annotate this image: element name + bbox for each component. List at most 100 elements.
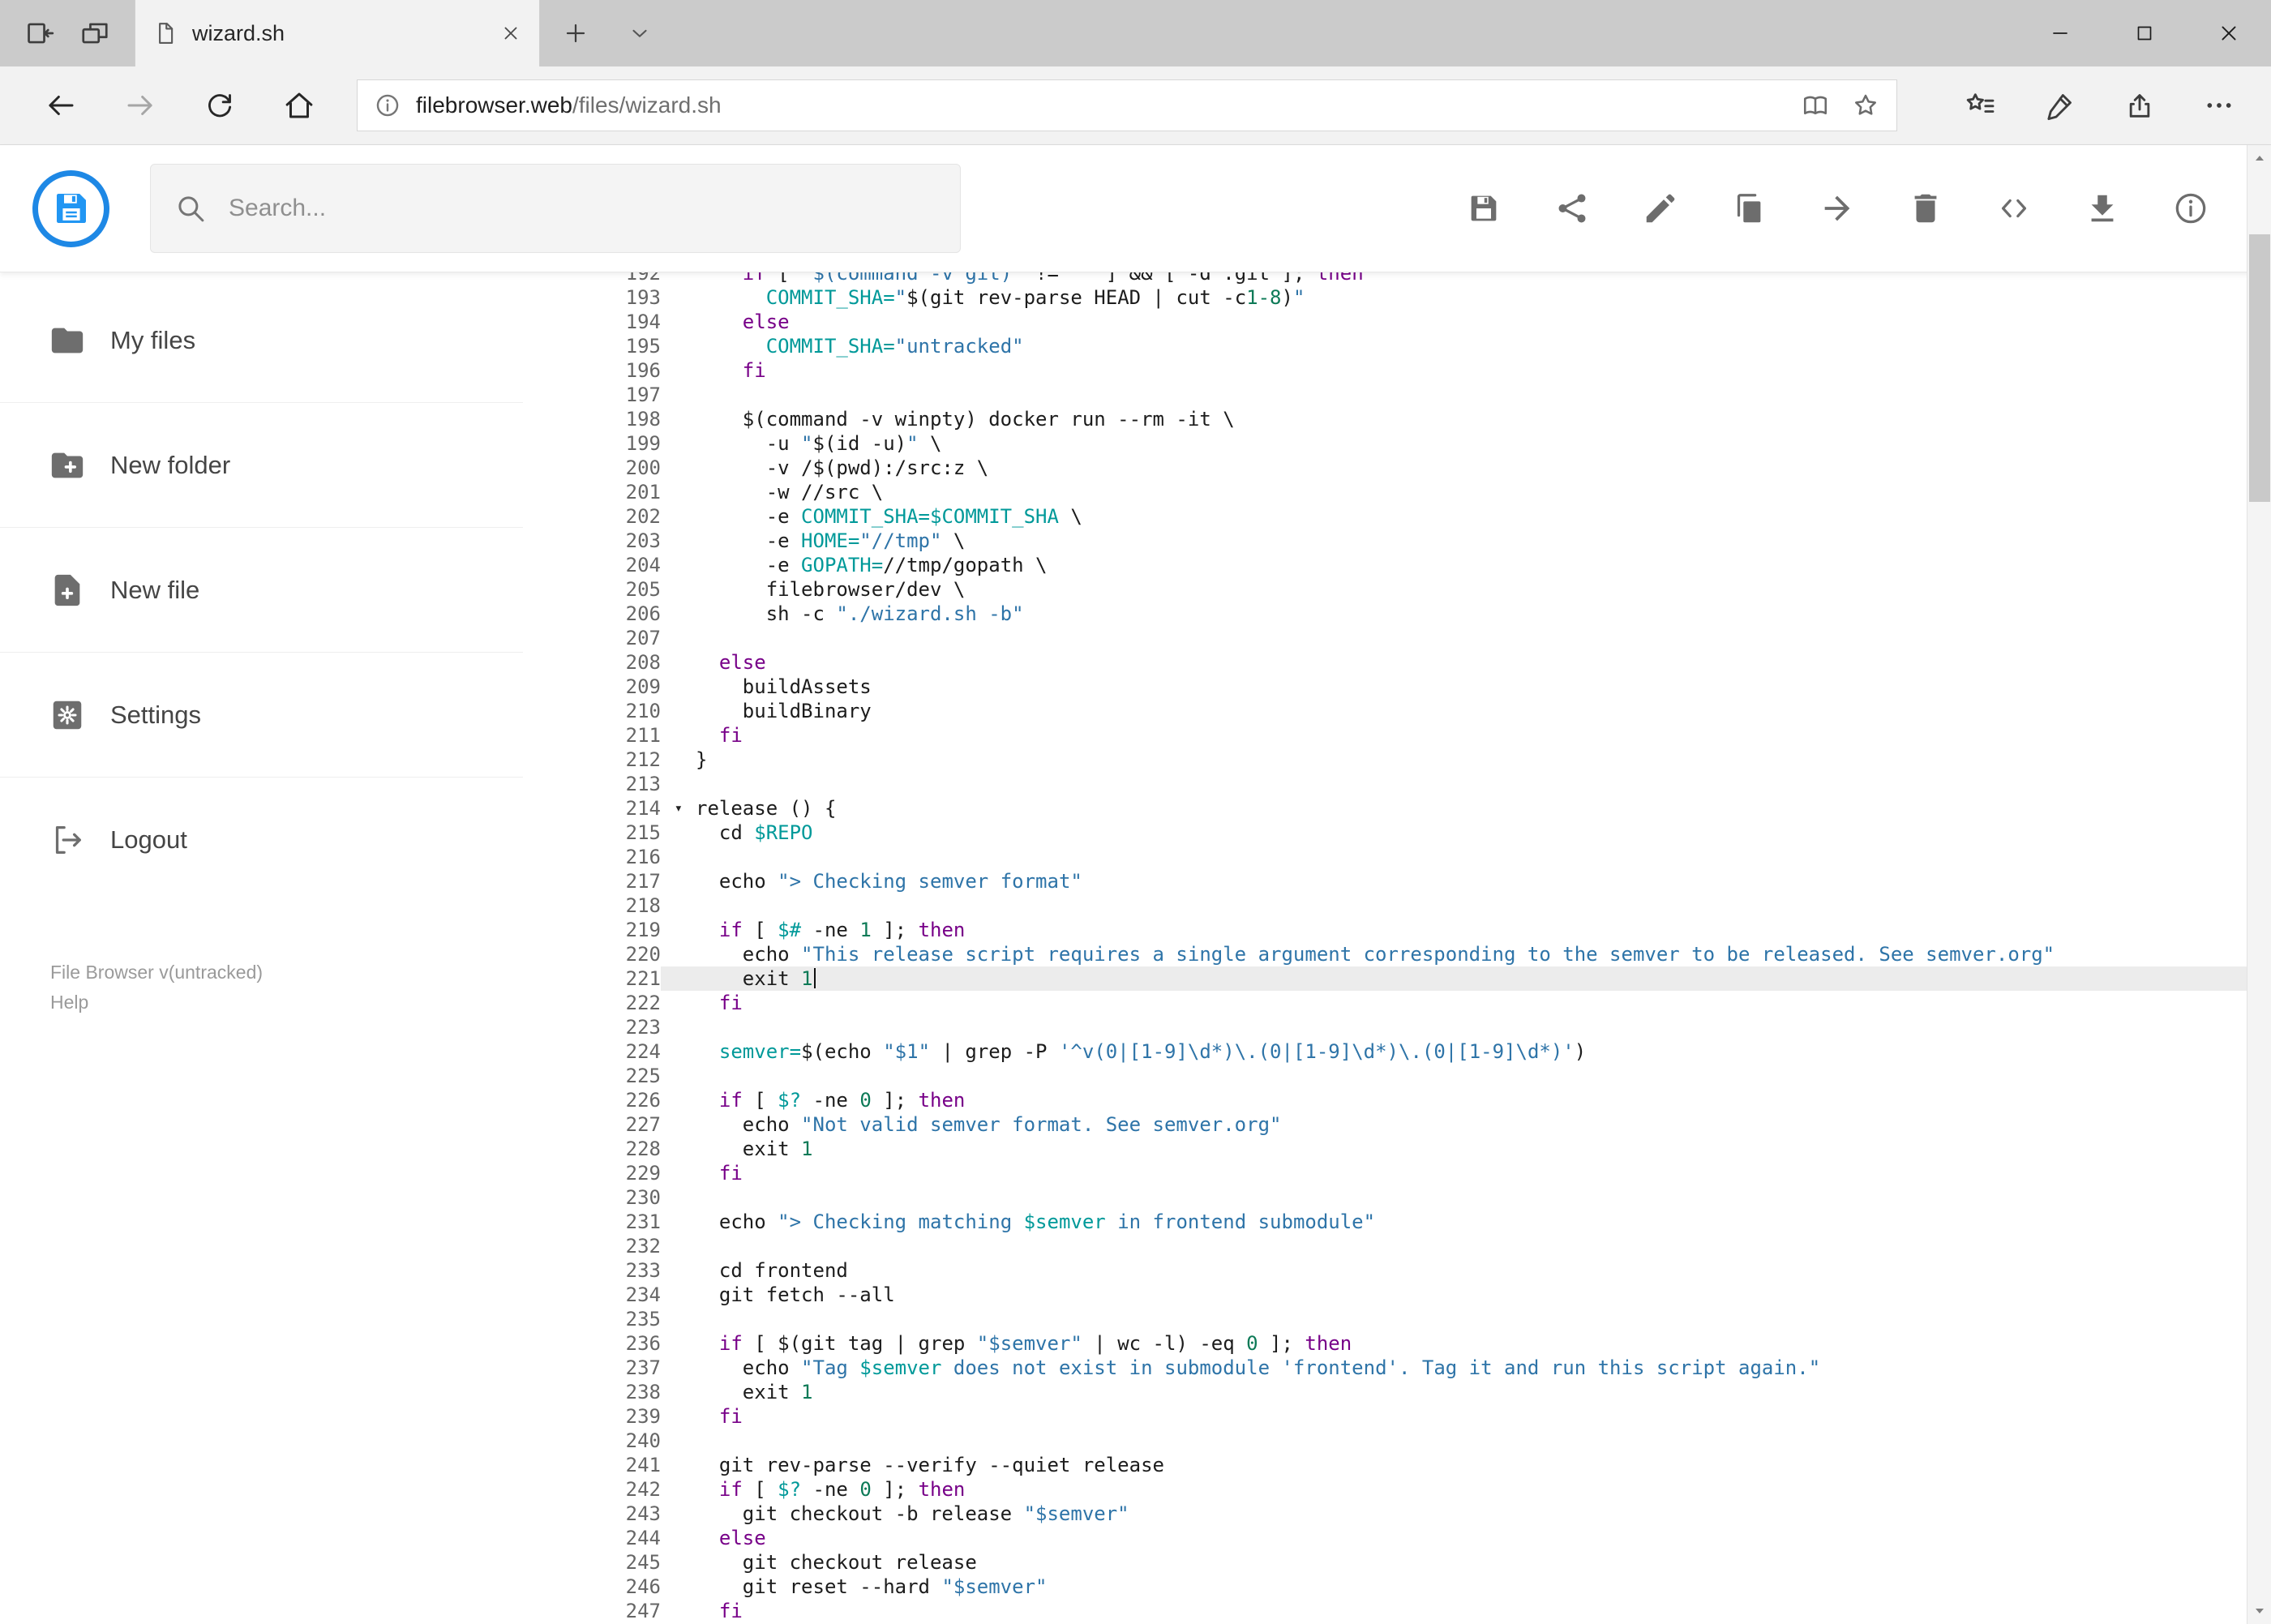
edit-button[interactable]: [1642, 190, 1679, 227]
code-line-224[interactable]: 224 semver=$(echo "$1" | grep -P '^v(0|[…: [594, 1039, 2247, 1064]
scroll-down-icon[interactable]: [2247, 1596, 2271, 1624]
code-line-204[interactable]: 204 -e GOPATH=//tmp/gopath \: [594, 553, 2247, 577]
info-button[interactable]: [2172, 190, 2209, 227]
code-line-208[interactable]: 208 else: [594, 650, 2247, 675]
scrollbar-thumb[interactable]: [2249, 234, 2270, 502]
code-line-246[interactable]: 246 git reset --hard "$semver": [594, 1575, 2247, 1599]
code-line-232[interactable]: 232: [594, 1234, 2247, 1258]
code-line-222[interactable]: 222 fi: [594, 991, 2247, 1015]
code-line-211[interactable]: 211 fi: [594, 723, 2247, 748]
sidebar-item-logout[interactable]: Logout: [0, 778, 523, 902]
sidebar-item-new-file[interactable]: New file: [0, 528, 523, 653]
sidebar-item-settings[interactable]: Settings: [0, 653, 523, 778]
share-button[interactable]: [1553, 190, 1591, 227]
site-info-icon[interactable]: [374, 92, 401, 119]
code-line-218[interactable]: 218: [594, 893, 2247, 918]
code-line-241[interactable]: 241 git rev-parse --verify --quiet relea…: [594, 1453, 2247, 1477]
code-line-203[interactable]: 203 -e HOME="//tmp" \: [594, 529, 2247, 553]
window-close-icon[interactable]: [2187, 0, 2271, 66]
back-icon[interactable]: [21, 88, 101, 122]
code-line-199[interactable]: 199 -u "$(id -u)" \: [594, 431, 2247, 456]
code-line-221[interactable]: 221 exit 1: [594, 966, 2247, 991]
code-line-200[interactable]: 200 -v /$(pwd):/src:z \: [594, 456, 2247, 480]
vertical-scrollbar[interactable]: [2247, 145, 2271, 1624]
minimize-icon[interactable]: [2018, 0, 2102, 66]
sidebar-item-new-folder[interactable]: New folder: [0, 403, 523, 528]
code-line-206[interactable]: 206 sh -c "./wizard.sh -b": [594, 602, 2247, 626]
scroll-up-icon[interactable]: [2247, 145, 2271, 173]
code-line-238[interactable]: 238 exit 1: [594, 1380, 2247, 1404]
code-line-245[interactable]: 245 git checkout release: [594, 1550, 2247, 1575]
code-line-230[interactable]: 230: [594, 1185, 2247, 1210]
code-line-196[interactable]: 196 fi: [594, 358, 2247, 383]
code-line-227[interactable]: 227 echo "Not valid semver format. See s…: [594, 1112, 2247, 1137]
code-line-219[interactable]: 219 if [ $# -ne 1 ]; then: [594, 918, 2247, 942]
code-line-215[interactable]: 215 cd $REPO: [594, 821, 2247, 845]
code-line-231[interactable]: 231 echo "> Checking matching $semver in…: [594, 1210, 2247, 1234]
code-line-194[interactable]: 194 else: [594, 310, 2247, 334]
code-line-234[interactable]: 234 git fetch --all: [594, 1283, 2247, 1307]
code-line-193[interactable]: 193 COMMIT_SHA="$(git rev-parse HEAD | c…: [594, 285, 2247, 310]
tabs-preview-icon[interactable]: [79, 18, 110, 49]
code-line-233[interactable]: 233 cd frontend: [594, 1258, 2247, 1283]
code-line-226[interactable]: 226 if [ $? -ne 0 ]; then: [594, 1088, 2247, 1112]
code-line-197[interactable]: 197: [594, 383, 2247, 407]
copy-button[interactable]: [1730, 190, 1768, 227]
search-bar[interactable]: [150, 164, 961, 253]
code-line-242[interactable]: 242 if [ $? -ne 0 ]; then: [594, 1477, 2247, 1502]
save-button[interactable]: [1465, 190, 1502, 227]
reading-view-icon[interactable]: [1801, 91, 1830, 120]
tab-close-icon[interactable]: [500, 23, 521, 44]
forward-icon[interactable]: [101, 88, 180, 122]
code-line-213[interactable]: 213: [594, 772, 2247, 796]
help-link[interactable]: Help: [50, 988, 263, 1018]
code-line-212[interactable]: 212}: [594, 748, 2247, 772]
favorites-hub-icon[interactable]: [1965, 89, 1997, 122]
code-line-247[interactable]: 247 fi: [594, 1599, 2247, 1623]
new-tab-button[interactable]: [540, 0, 611, 66]
code-line-220[interactable]: 220 echo "This release script requires a…: [594, 942, 2247, 966]
code-line-244[interactable]: 244 else: [594, 1526, 2247, 1550]
code-line-198[interactable]: 198 $(command -v winpty) docker run --rm…: [594, 407, 2247, 431]
code-editor[interactable]: 192 if [ "$(command -v git)" != "" ] && …: [594, 272, 2247, 1624]
code-line-201[interactable]: 201 -w //src \: [594, 480, 2247, 504]
code-line-239[interactable]: 239 fi: [594, 1404, 2247, 1429]
set-tabs-aside-icon[interactable]: [24, 18, 55, 49]
code-line-210[interactable]: 210 buildBinary: [594, 699, 2247, 723]
code-line-209[interactable]: 209 buildAssets: [594, 675, 2247, 699]
code-line-192[interactable]: 192 if [ "$(command -v git)" != "" ] && …: [594, 272, 2247, 285]
web-note-pen-icon[interactable]: [2044, 89, 2076, 122]
sidebar-item-my-files[interactable]: My files: [0, 278, 523, 403]
tab-wizard-sh[interactable]: wizard.sh: [135, 0, 540, 66]
code-line-229[interactable]: 229 fi: [594, 1161, 2247, 1185]
code-fold-icon[interactable]: ▾: [675, 796, 683, 821]
search-input[interactable]: [229, 195, 937, 222]
code-line-205[interactable]: 205 filebrowser/dev \: [594, 577, 2247, 602]
code-mode-button[interactable]: [1995, 190, 2033, 227]
code-line-216[interactable]: 216: [594, 845, 2247, 869]
code-line-195[interactable]: 195 COMMIT_SHA="untracked": [594, 334, 2247, 358]
code-line-235[interactable]: 235: [594, 1307, 2247, 1331]
delete-button[interactable]: [1907, 190, 1944, 227]
code-line-214[interactable]: 214 ▾ release () {: [594, 796, 2247, 821]
code-line-243[interactable]: 243 git checkout -b release "$semver": [594, 1502, 2247, 1526]
download-button[interactable]: [2084, 190, 2121, 227]
code-line-217[interactable]: 217 echo "> Checking semver format": [594, 869, 2247, 893]
share-page-icon[interactable]: [2123, 89, 2156, 122]
filebrowser-logo-icon[interactable]: [32, 169, 109, 247]
code-line-207[interactable]: 207: [594, 626, 2247, 650]
tab-preview-chevron-icon[interactable]: [611, 0, 668, 66]
favorite-star-icon[interactable]: [1851, 91, 1880, 120]
code-line-236[interactable]: 236 if [ $(git tag | grep "$semver" | wc…: [594, 1331, 2247, 1356]
home-icon[interactable]: [259, 88, 339, 122]
url-field[interactable]: filebrowser.web/files/wizard.sh: [357, 79, 1897, 131]
code-line-240[interactable]: 240: [594, 1429, 2247, 1453]
code-line-202[interactable]: 202 -e COMMIT_SHA=$COMMIT_SHA \: [594, 504, 2247, 529]
code-line-223[interactable]: 223: [594, 1015, 2247, 1039]
maximize-icon[interactable]: [2102, 0, 2187, 66]
code-line-225[interactable]: 225: [594, 1064, 2247, 1088]
refresh-icon[interactable]: [180, 89, 259, 122]
more-ellipsis-icon[interactable]: [2203, 89, 2235, 122]
move-button[interactable]: [1819, 190, 1856, 227]
code-line-237[interactable]: 237 echo "Tag $semver does not exist in …: [594, 1356, 2247, 1380]
